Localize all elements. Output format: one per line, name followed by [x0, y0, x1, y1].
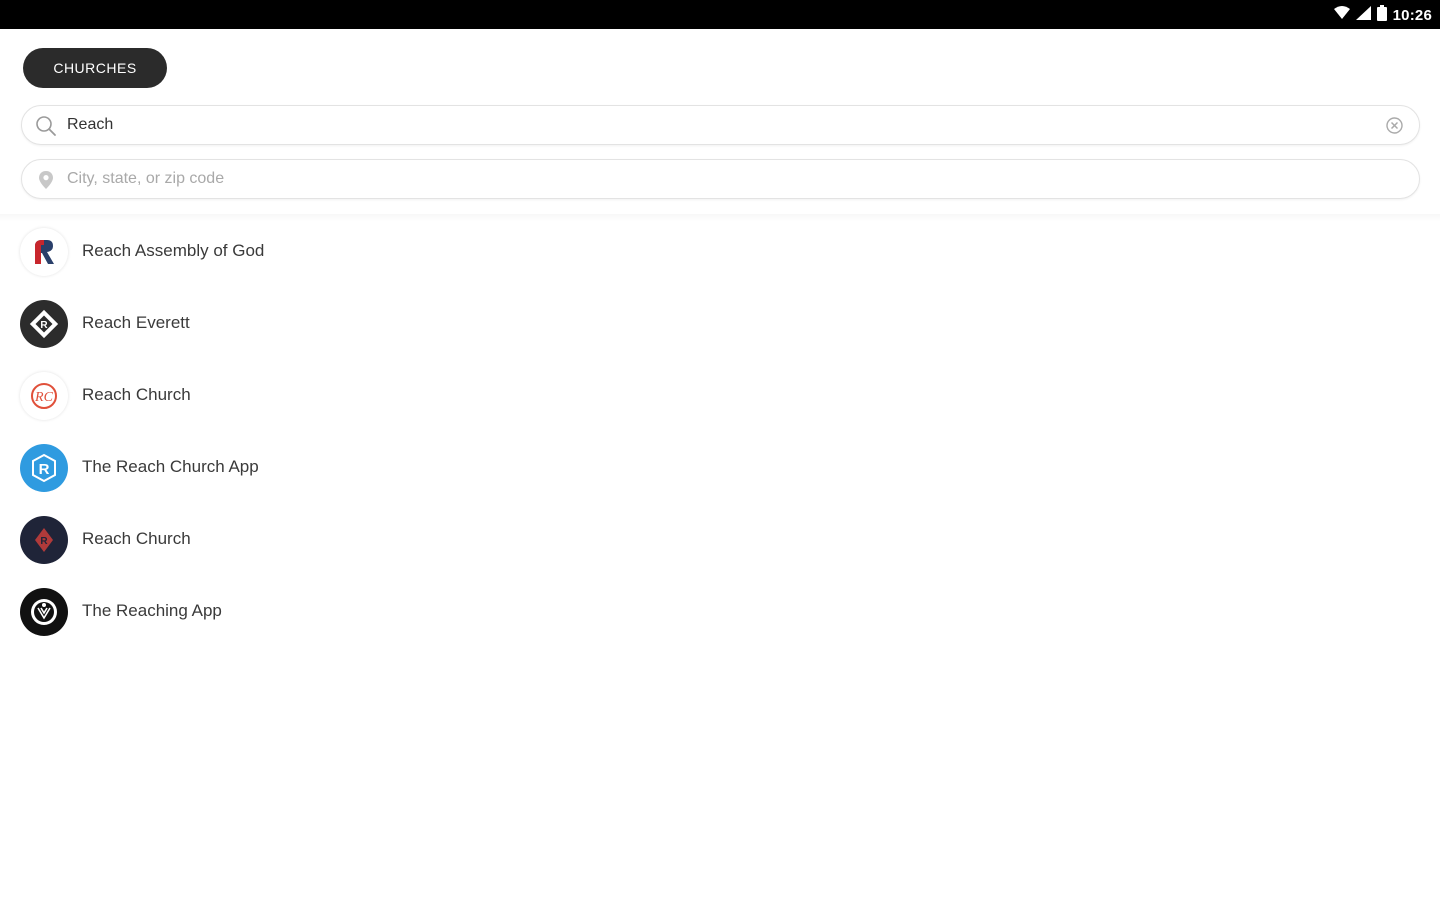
- the-reach-church-app-logo: R: [20, 444, 68, 492]
- location-pin-icon: [35, 169, 57, 191]
- svg-text:R: R: [40, 320, 48, 331]
- location-input[interactable]: [67, 166, 1367, 192]
- church-results-list: Reach Assembly of God R Reach Everett RC…: [0, 224, 1440, 656]
- status-time: 10:26: [1392, 6, 1432, 24]
- list-item[interactable]: Reach Assembly of God: [0, 224, 1440, 296]
- church-name: Reach Assembly of God: [82, 241, 265, 260]
- reach-church-rc-logo: RC: [20, 372, 68, 420]
- church-name: Reach Everett: [82, 313, 190, 332]
- svg-text:R: R: [39, 461, 50, 478]
- churches-filter-button[interactable]: CHURCHES: [23, 48, 167, 88]
- churches-filter-label: CHURCHES: [53, 60, 137, 76]
- clear-icon[interactable]: [1386, 117, 1403, 134]
- divider: [0, 214, 1440, 222]
- location-field[interactable]: [21, 159, 1420, 199]
- church-name: The Reach Church App: [82, 457, 259, 476]
- church-name: Reach Church: [82, 385, 191, 404]
- list-item[interactable]: R Reach Everett: [0, 296, 1440, 368]
- cell-signal-icon: [1355, 5, 1371, 25]
- svg-text:RC: RC: [34, 390, 54, 405]
- status-bar: 10:26: [0, 0, 1440, 29]
- reach-everett-logo: R: [20, 300, 68, 348]
- reach-church-dark-logo: R: [20, 516, 68, 564]
- list-item[interactable]: RC Reach Church: [0, 368, 1440, 440]
- list-item[interactable]: R Reach Church: [0, 512, 1440, 584]
- battery-icon: [1376, 4, 1387, 26]
- wifi-icon: [1333, 5, 1350, 25]
- list-item[interactable]: The Reaching App: [0, 584, 1440, 656]
- search-input[interactable]: [67, 112, 1367, 138]
- search-icon: [35, 115, 57, 137]
- the-reaching-app-logo: [20, 588, 68, 636]
- list-item[interactable]: R The Reach Church App: [0, 440, 1440, 512]
- reach-assembly-logo: [20, 228, 68, 276]
- svg-text:R: R: [40, 536, 48, 547]
- search-field[interactable]: [21, 105, 1420, 145]
- status-icons: 10:26: [1333, 4, 1432, 26]
- church-name: Reach Church: [82, 529, 191, 548]
- church-name: The Reaching App: [82, 601, 222, 620]
